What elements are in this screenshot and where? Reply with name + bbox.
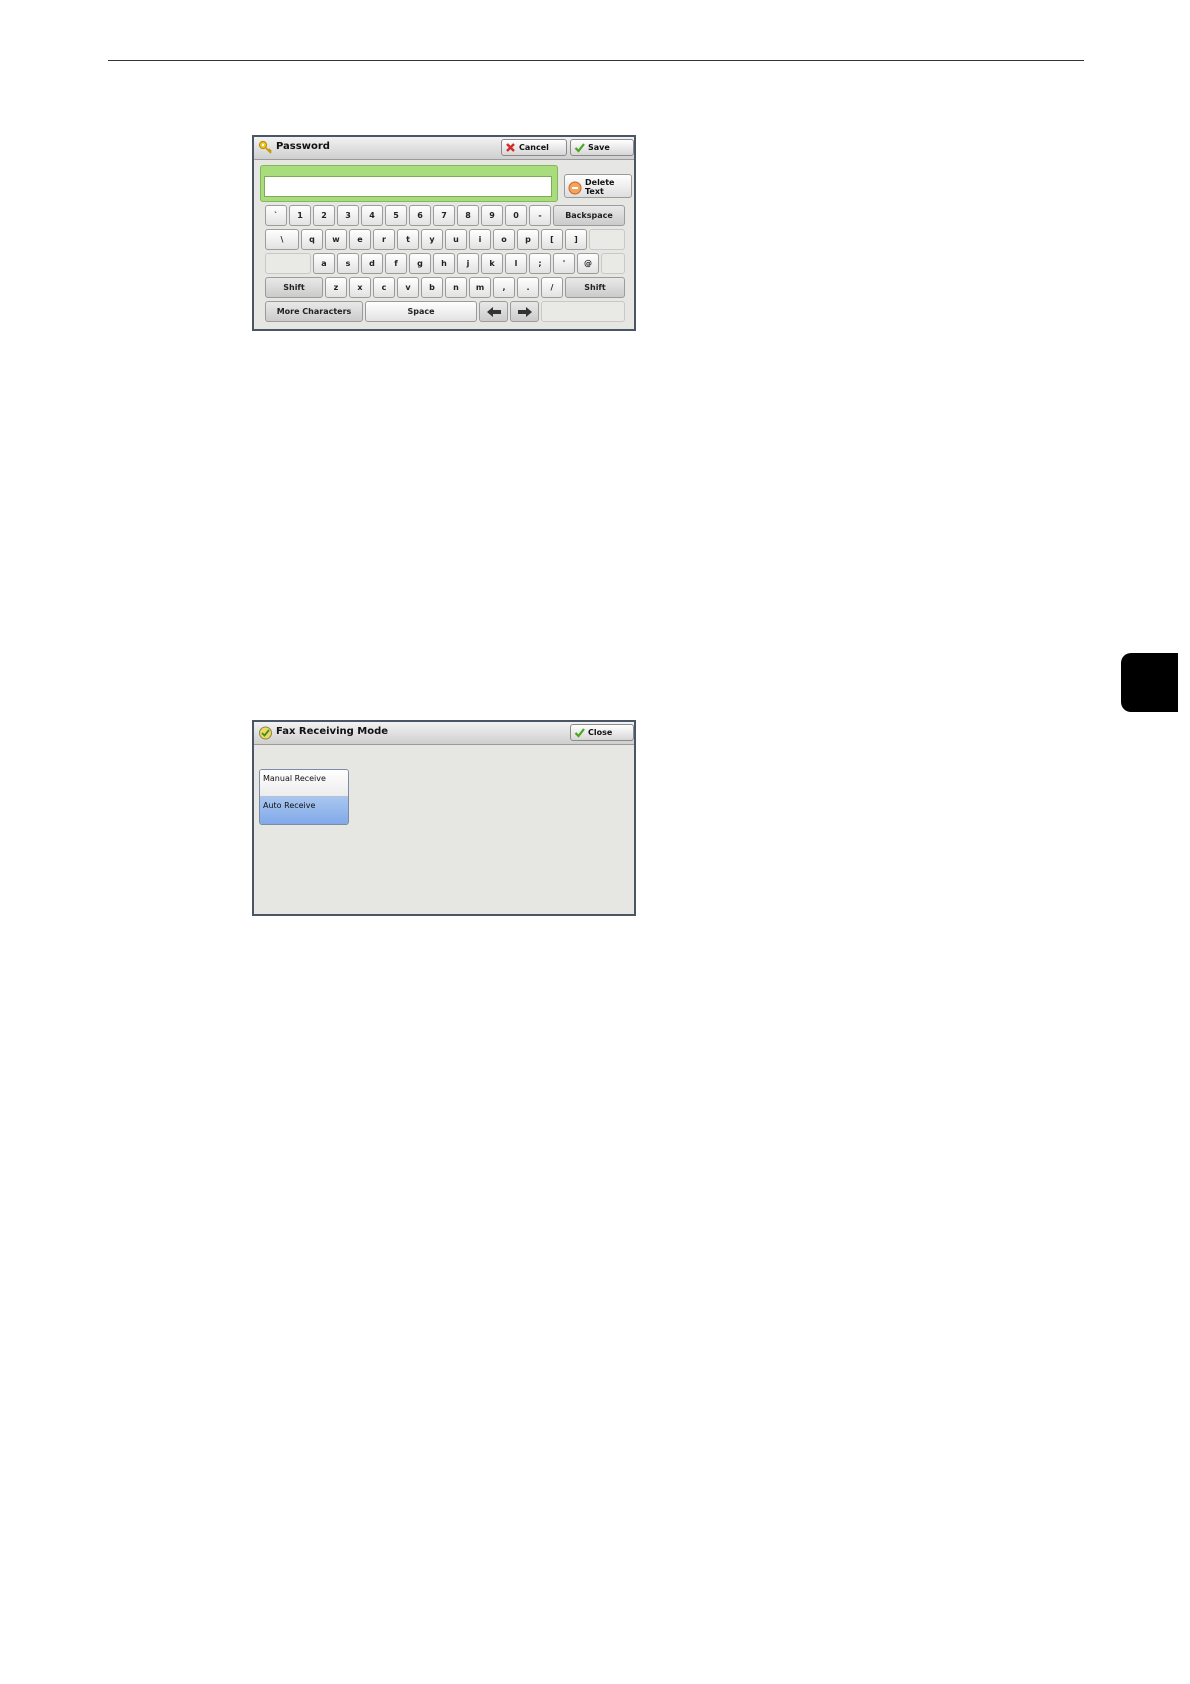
shift-right-key[interactable]: Shift: [565, 277, 625, 298]
key-i[interactable]: i: [469, 229, 491, 250]
key-y[interactable]: y: [421, 229, 443, 250]
key-w[interactable]: w: [325, 229, 347, 250]
blank-key: [589, 229, 625, 250]
key-r[interactable]: r: [373, 229, 395, 250]
key-z[interactable]: z: [325, 277, 347, 298]
key-1[interactable]: 1: [289, 205, 311, 226]
fax-title: Fax Receiving Mode: [276, 726, 389, 737]
key-k[interactable]: k: [481, 253, 503, 274]
fax-mode-icon: [259, 726, 272, 740]
checkmark-icon: [574, 728, 585, 738]
key-d[interactable]: d: [361, 253, 383, 274]
key-s[interactable]: s: [337, 253, 359, 274]
key-2[interactable]: 2: [313, 205, 335, 226]
key-4[interactable]: 4: [361, 205, 383, 226]
key-l[interactable]: l: [505, 253, 527, 274]
key-comma[interactable]: ,: [493, 277, 515, 298]
delete-text-button[interactable]: Delete Text: [564, 174, 632, 198]
delete-text-label: Delete Text: [585, 178, 615, 196]
key-minus[interactable]: -: [529, 205, 551, 226]
key-b[interactable]: b: [421, 277, 443, 298]
blank-key: [541, 301, 625, 322]
key-0[interactable]: 0: [505, 205, 527, 226]
key-e[interactable]: e: [349, 229, 371, 250]
password-input[interactable]: [264, 176, 552, 197]
password-title: Password: [276, 141, 330, 152]
space-key[interactable]: Space: [365, 301, 477, 322]
key-m[interactable]: m: [469, 277, 491, 298]
key-x[interactable]: x: [349, 277, 371, 298]
key-7[interactable]: 7: [433, 205, 455, 226]
arrow-left-icon: [486, 306, 501, 317]
page-header-rule: [108, 60, 1084, 61]
password-dialog: Password Cancel Save Delete Text ` 1 2 3…: [252, 135, 636, 331]
cancel-label: Cancel: [519, 143, 549, 152]
key-c[interactable]: c: [373, 277, 395, 298]
onscreen-keyboard: ` 1 2 3 4 5 6 7 8 9 0 - Backspace \ q w …: [265, 205, 627, 325]
key-6[interactable]: 6: [409, 205, 431, 226]
key-period[interactable]: .: [517, 277, 539, 298]
save-button[interactable]: Save: [570, 139, 634, 156]
key-backtick[interactable]: `: [265, 205, 287, 226]
key-q[interactable]: q: [301, 229, 323, 250]
cancel-button[interactable]: Cancel: [501, 139, 567, 156]
key-h[interactable]: h: [433, 253, 455, 274]
manual-receive-option[interactable]: Manual Receive: [260, 770, 348, 797]
key-n[interactable]: n: [445, 277, 467, 298]
checkmark-icon: [574, 143, 585, 153]
more-characters-button[interactable]: More Characters: [265, 301, 363, 322]
shift-left-key[interactable]: Shift: [265, 277, 323, 298]
key-a[interactable]: a: [313, 253, 335, 274]
key-u[interactable]: u: [445, 229, 467, 250]
key-j[interactable]: j: [457, 253, 479, 274]
key-f[interactable]: f: [385, 253, 407, 274]
password-field-frame: [260, 165, 558, 202]
key-3[interactable]: 3: [337, 205, 359, 226]
key-at[interactable]: @: [577, 253, 599, 274]
key-o[interactable]: o: [493, 229, 515, 250]
cancel-icon: [506, 143, 515, 152]
blank-key: [601, 253, 625, 274]
fax-titlebar: Fax Receiving Mode Close: [254, 722, 634, 745]
key-icon: [258, 140, 272, 154]
key-t[interactable]: t: [397, 229, 419, 250]
arrow-right-icon: [517, 306, 532, 317]
backspace-key[interactable]: Backspace: [553, 205, 625, 226]
key-p[interactable]: p: [517, 229, 539, 250]
key-backslash[interactable]: \: [265, 229, 299, 250]
key-apostrophe[interactable]: ': [553, 253, 575, 274]
key-left-bracket[interactable]: [: [541, 229, 563, 250]
key-5[interactable]: 5: [385, 205, 407, 226]
auto-receive-option[interactable]: Auto Receive: [260, 797, 348, 824]
key-g[interactable]: g: [409, 253, 431, 274]
password-titlebar: Password Cancel Save: [254, 137, 634, 160]
key-right-bracket[interactable]: ]: [565, 229, 587, 250]
eraser-icon: [568, 181, 582, 195]
close-label: Close: [588, 728, 613, 737]
cursor-right-key[interactable]: [510, 301, 539, 322]
fax-receiving-mode-dialog: Fax Receiving Mode Close Manual Receive …: [252, 720, 636, 916]
receive-mode-list: Manual Receive Auto Receive: [259, 769, 349, 825]
key-9[interactable]: 9: [481, 205, 503, 226]
key-slash[interactable]: /: [541, 277, 563, 298]
cursor-left-key[interactable]: [479, 301, 508, 322]
save-label: Save: [588, 143, 610, 152]
blank-key: [265, 253, 311, 274]
key-semicolon[interactable]: ;: [529, 253, 551, 274]
chapter-tab: [1121, 653, 1178, 712]
key-v[interactable]: v: [397, 277, 419, 298]
close-button[interactable]: Close: [570, 724, 634, 741]
key-8[interactable]: 8: [457, 205, 479, 226]
